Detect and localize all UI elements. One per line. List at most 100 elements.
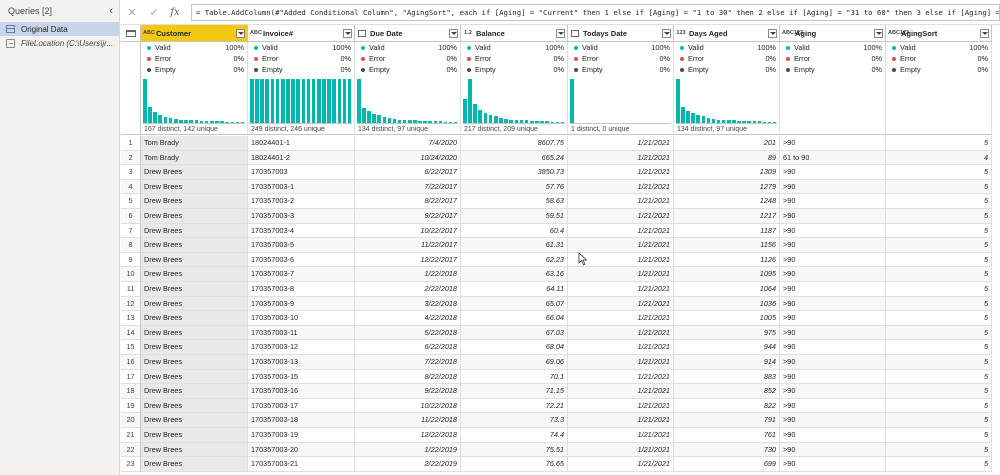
cell-balance[interactable]: 73.3 [461,413,568,428]
cell-due[interactable]: 2/22/2018 [355,282,461,297]
cell-balance[interactable]: 59.51 [461,209,568,224]
cell-invoice[interactable]: 170357003-18 [248,413,355,428]
cell-sort[interactable]: 5 [886,282,992,297]
row-number[interactable]: 3 [121,165,141,180]
cell-due[interactable]: 7/22/2018 [355,355,461,370]
column-header-balance[interactable]: 1.2 Balance [461,25,568,42]
filter-dropdown-icon[interactable] [556,28,565,38]
row-number[interactable]: 12 [121,296,141,312]
row-number[interactable]: 1 [121,136,141,151]
cell-due[interactable]: 1/22/2018 [355,267,461,282]
cell-due[interactable]: 12/22/2017 [355,252,461,268]
cell-sort[interactable]: 5 [886,355,992,370]
cell-invoice[interactable]: 170357003-20 [248,442,355,458]
distribution-bar[interactable] [327,79,331,124]
table-row[interactable]: 18 Drew Brees 170357003-16 9/22/2018 71.15 1/… [121,384,992,399]
cell-invoice[interactable]: 170357003-17 [248,398,355,414]
cell-aging[interactable]: >90 [780,340,886,355]
cell-invoice[interactable]: 170357003-4 [248,223,355,239]
cell-aging[interactable]: >90 [780,282,886,297]
column-header-invoice[interactable]: ABC Invoice# [248,25,355,42]
cell-today[interactable]: 1/21/2021 [568,238,674,253]
cell-aged[interactable]: 1126 [674,252,780,268]
cell-aged[interactable]: 1005 [674,311,780,326]
cell-sort[interactable]: 5 [886,325,992,341]
distribution-bar[interactable] [250,79,254,124]
value-distribution-chart[interactable] [143,79,245,124]
distribution-bar[interactable] [255,79,259,124]
cell-invoice[interactable]: 170357003-3 [248,209,355,224]
cell-aged[interactable]: 1095 [674,267,780,282]
cell-aging[interactable]: >90 [780,223,886,239]
table-row[interactable]: 13 Drew Brees 170357003-10 4/22/2018 66.04 1/… [121,311,992,326]
row-number[interactable]: 22 [121,442,141,458]
cell-invoice[interactable]: 18024401-2 [248,150,355,166]
cell-sort[interactable]: 5 [886,340,992,355]
cell-invoice[interactable]: 170357003-21 [248,457,355,472]
filter-dropdown-icon[interactable] [236,28,245,38]
distribution-bar[interactable] [478,109,483,124]
cell-today[interactable]: 1/21/2021 [568,340,674,355]
table-row[interactable]: 9 Drew Brees 170357003-6 12/22/2017 62.23 1/2… [121,252,992,268]
cell-sort[interactable]: 5 [886,194,992,209]
cell-due[interactable]: 7/22/2017 [355,179,461,195]
distribution-bar[interactable] [468,79,472,124]
distribution-bar[interactable] [362,107,366,124]
cell-aging[interactable]: >90 [780,179,886,195]
cell-customer[interactable]: Drew Brees [141,179,248,195]
cell-today[interactable]: 1/21/2021 [568,194,674,209]
commit-icon[interactable]: ✓ [143,6,165,19]
cell-aged[interactable]: 883 [674,369,780,385]
distribution-bar[interactable] [286,79,290,124]
row-number[interactable]: 16 [121,355,141,370]
cell-customer[interactable]: Drew Brees [141,209,248,224]
query-item-filelocation[interactable]: FileLocation (C:\Users\jr... [0,36,119,50]
cell-balance[interactable]: 68.04 [461,340,568,355]
table-row[interactable]: 6 Drew Brees 170357003-3 9/22/2017 59.51 1/21… [121,209,992,224]
cell-aged[interactable]: 791 [674,413,780,428]
cell-sort[interactable]: 5 [886,369,992,385]
cell-customer[interactable]: Drew Brees [141,413,248,428]
cell-today[interactable]: 1/21/2021 [568,150,674,166]
cell-sort[interactable]: 5 [886,179,992,195]
cell-today[interactable]: 1/21/2021 [568,413,674,428]
row-number[interactable]: 23 [121,457,141,472]
cell-aging[interactable]: >90 [780,194,886,209]
cell-customer[interactable]: Drew Brees [141,252,248,268]
table-row[interactable]: 3 Drew Brees 170357003 6/22/2017 3850.73 1/21… [121,165,992,180]
cell-balance[interactable]: 70.1 [461,369,568,385]
cell-balance[interactable]: 69.06 [461,355,568,370]
distribution-bar[interactable] [296,79,300,124]
type-icon[interactable]: ABC [250,30,262,36]
cell-invoice[interactable]: 170357003-12 [248,340,355,355]
cell-invoice[interactable]: 170357003-15 [248,369,355,385]
table-row[interactable]: 15 Drew Brees 170357003-12 6/22/2018 68.04 1/… [121,340,992,355]
cell-balance[interactable]: 58.63 [461,194,568,209]
cell-customer[interactable]: Drew Brees [141,398,248,414]
cell-today[interactable]: 1/21/2021 [568,384,674,399]
cell-today[interactable]: 1/21/2021 [568,282,674,297]
value-distribution-chart[interactable] [676,79,777,124]
cell-aged[interactable]: 852 [674,384,780,399]
cell-invoice[interactable]: 170357003-11 [248,325,355,341]
type-icon[interactable]: 123 [676,30,686,36]
filter-dropdown-icon[interactable] [874,28,883,38]
table-row[interactable]: 1 Tom Brady 18024401-1 7/4/2020 8607.75 1/21/… [121,136,992,151]
cell-aging[interactable]: >90 [780,355,886,370]
value-distribution-chart[interactable] [357,79,458,124]
distribution-bar[interactable] [473,103,477,124]
row-number[interactable]: 7 [121,223,141,239]
cell-aged[interactable]: 822 [674,398,780,414]
cell-customer[interactable]: Drew Brees [141,267,248,282]
cell-sort[interactable]: 4 [886,150,992,166]
cell-customer[interactable]: Tom Brady [141,150,248,166]
distribution-bar[interactable] [143,79,147,124]
distribution-bar[interactable] [463,99,467,124]
cell-invoice[interactable]: 170357003-2 [248,194,355,209]
cell-aging[interactable]: >90 [780,413,886,428]
cell-due[interactable]: 8/22/2018 [355,369,461,385]
cell-balance[interactable]: 71.15 [461,384,568,399]
cell-balance[interactable]: 74.4 [461,428,568,443]
cell-invoice[interactable]: 170357003-19 [248,428,355,443]
cell-aging[interactable]: 61 to 90 [780,150,886,166]
